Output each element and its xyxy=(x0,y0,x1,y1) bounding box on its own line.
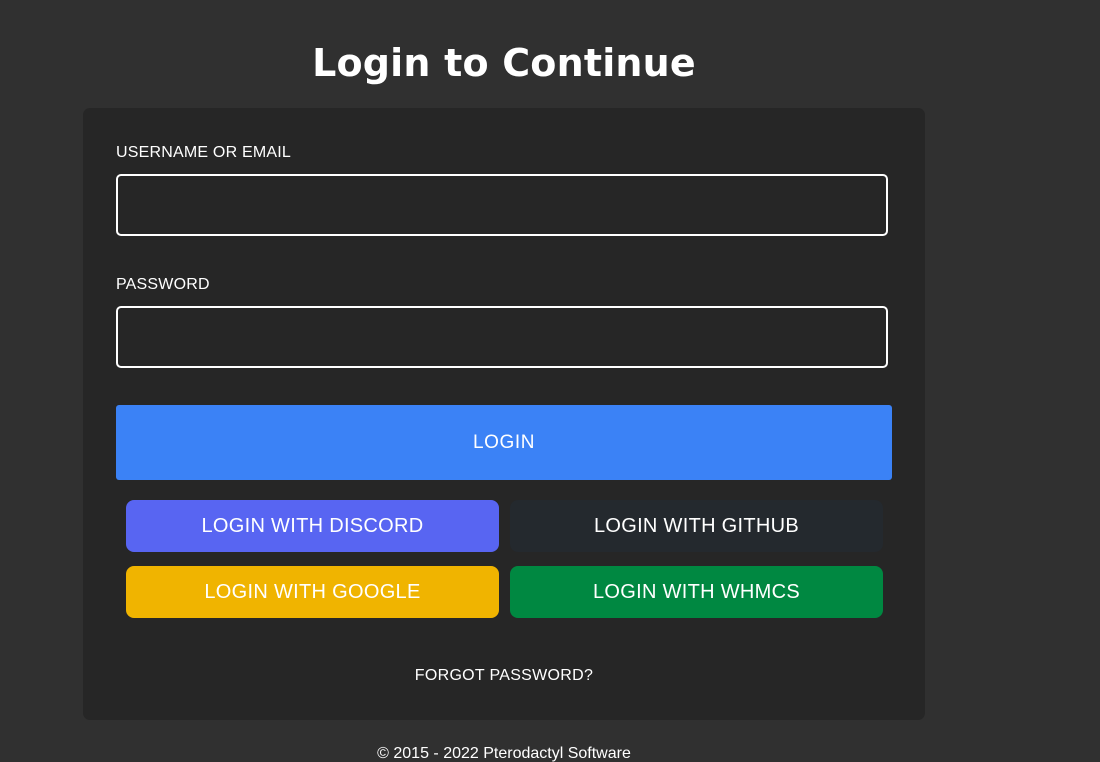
login-with-discord-button[interactable]: LOGIN WITH DISCORD xyxy=(126,500,499,552)
login-with-whmcs-button[interactable]: LOGIN WITH WHMCS xyxy=(510,566,883,618)
username-label: USERNAME OR EMAIL xyxy=(116,144,291,161)
username-input[interactable] xyxy=(116,174,888,236)
forgot-password-link[interactable]: FORGOT PASSWORD? xyxy=(83,667,925,685)
login-page: Login to Continue USERNAME OR EMAIL PASS… xyxy=(0,0,1100,762)
password-label: PASSWORD xyxy=(116,276,210,293)
footer-copyright: © 2015 - 2022 Pterodactyl Software xyxy=(377,745,631,762)
password-input[interactable] xyxy=(116,306,888,368)
login-with-github-button[interactable]: LOGIN WITH GITHUB xyxy=(510,500,883,552)
page-title: Login to Continue xyxy=(312,41,696,85)
login-with-google-button[interactable]: LOGIN WITH GOOGLE xyxy=(126,566,499,618)
login-button[interactable]: LOGIN xyxy=(116,405,892,480)
login-card: USERNAME OR EMAIL PASSWORD LOGIN LOGIN W… xyxy=(83,108,925,720)
